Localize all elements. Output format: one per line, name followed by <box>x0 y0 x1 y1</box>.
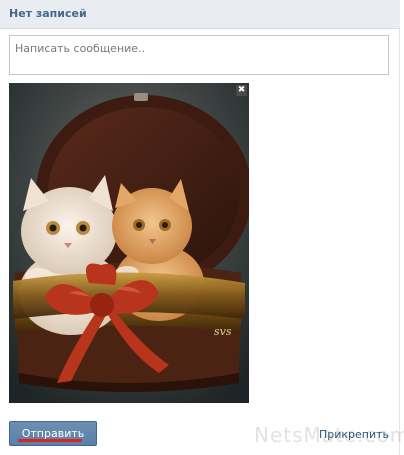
kittens-in-gift-box-image: svs <box>9 83 249 403</box>
wall-header: Нет записей <box>0 0 400 29</box>
attach-link[interactable]: Прикрепить <box>319 428 389 441</box>
attached-photo: svs ✖ <box>9 83 249 403</box>
send-button[interactable]: Отправить <box>9 421 97 446</box>
no-posts-title: Нет записей <box>9 7 87 20</box>
send-underline-highlight <box>18 439 82 442</box>
photo-signature: svs <box>214 325 232 338</box>
remove-attachment-button[interactable]: ✖ <box>236 85 247 96</box>
message-input[interactable] <box>9 35 389 75</box>
wall-post-form: Нет записей Написать сообщение.. svs ✖ N… <box>0 0 404 455</box>
close-icon: ✖ <box>237 85 246 95</box>
